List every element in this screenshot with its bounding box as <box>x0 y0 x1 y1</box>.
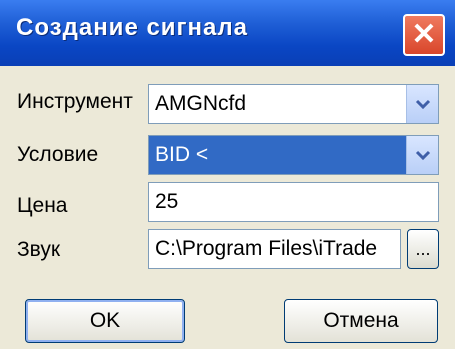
dialog-content: Инструмент AMGNcfd Условие BID < Цена 25 <box>0 66 455 349</box>
instrument-select[interactable]: AMGNcfd <box>148 84 439 124</box>
instrument-value: AMGNcfd <box>155 92 247 115</box>
price-value: 25 <box>155 190 179 213</box>
instrument-label: Инструмент <box>17 90 133 113</box>
condition-label: Условие <box>17 143 99 166</box>
browse-label: ... <box>415 238 431 259</box>
condition-select[interactable]: BID < <box>148 135 439 175</box>
price-label: Цена <box>17 194 68 217</box>
sound-path-value: C:\Program Files\iTrade <box>155 237 378 260</box>
ok-label: OK <box>89 309 121 332</box>
cancel-button[interactable]: Отмена <box>284 299 438 343</box>
condition-dropdown-button[interactable] <box>406 136 438 174</box>
instrument-dropdown-button[interactable] <box>406 85 438 123</box>
chevron-down-icon <box>415 150 430 161</box>
close-button[interactable]: ✕ <box>403 14 445 56</box>
sound-path-input[interactable]: C:\Program Files\iTrade <box>148 229 401 269</box>
ok-button[interactable]: OK <box>25 299 185 343</box>
sound-label: Звук <box>17 238 61 261</box>
chevron-down-icon <box>415 99 430 110</box>
condition-value: BID < <box>155 143 209 166</box>
dialog-title: Создание сигнала <box>16 14 248 41</box>
close-icon: ✕ <box>411 18 437 51</box>
browse-button[interactable]: ... <box>407 229 439 269</box>
title-bar[interactable]: Создание сигнала ✕ <box>0 0 455 66</box>
price-input[interactable]: 25 <box>148 182 439 222</box>
cancel-label: Отмена <box>323 309 399 332</box>
signal-dialog: Создание сигнала ✕ Инструмент AMGNcfd Ус… <box>0 0 455 349</box>
